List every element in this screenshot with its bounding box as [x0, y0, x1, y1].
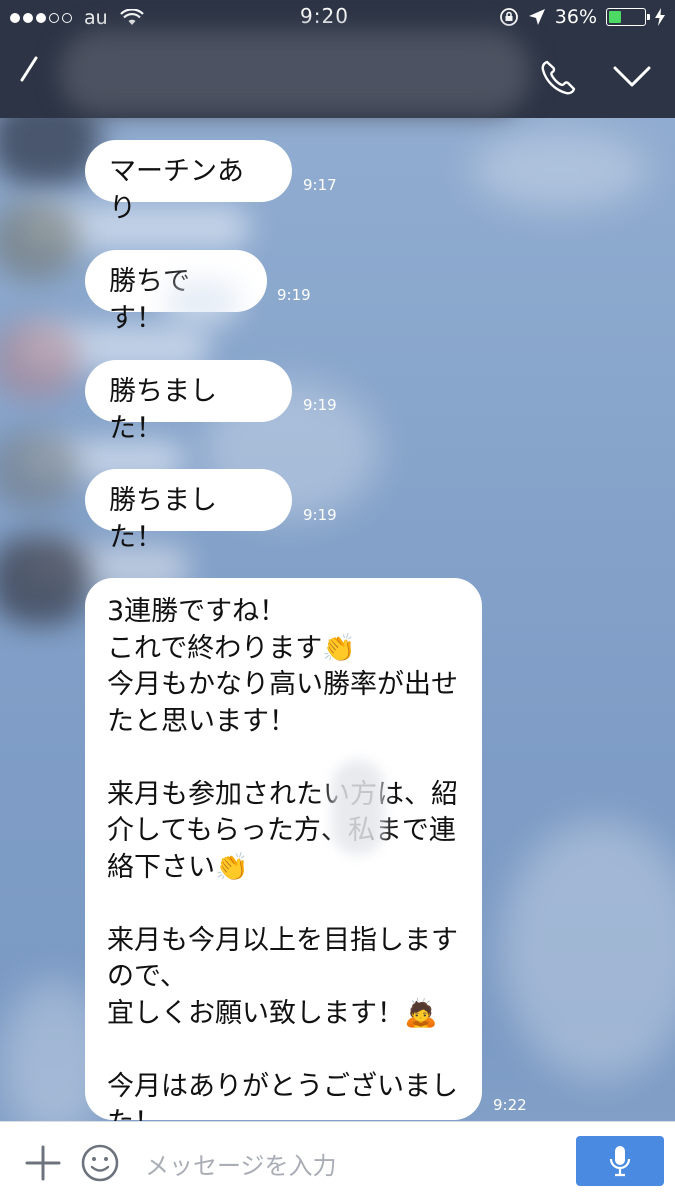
blurred-overlay: [165, 280, 240, 325]
blurred-overlay: [332, 760, 384, 855]
blurred-avatar: [0, 200, 80, 280]
chat-header: au 9:20 36%: [0, 0, 675, 118]
background-cloud: [470, 130, 650, 210]
emoji-icon[interactable]: [80, 1143, 120, 1183]
battery-level-fill: [609, 11, 621, 23]
battery-icon: [606, 8, 650, 26]
status-time: 9:20: [300, 4, 349, 28]
blurred-avatar: [0, 320, 80, 400]
message-text: 勝ちました！: [109, 485, 217, 553]
message-time: 9:17: [303, 176, 337, 194]
blurred-avatar: [0, 535, 90, 625]
background-cloud: [500, 820, 675, 1080]
message-input[interactable]: メッセージを入力: [145, 1146, 337, 1181]
message-bubble[interactable]: 3連勝ですね！ これで終わります👏 今月もかなり高い勝率が出せたと思います！ 来…: [85, 578, 482, 1138]
blurred-chat-title: [60, 30, 530, 115]
message-input-bar: メッセージを入力: [0, 1121, 675, 1201]
message-time: 9:19: [303, 396, 337, 414]
voice-input-button[interactable]: [576, 1136, 664, 1186]
message-bubble[interactable]: 勝ちました！: [85, 469, 292, 553]
rotation-lock-icon: [499, 8, 518, 26]
back-icon[interactable]: [18, 56, 42, 86]
message-time: 9:19: [277, 286, 311, 304]
microphone-icon: [609, 1146, 631, 1177]
signal-strength-icon: [10, 13, 72, 23]
message-bubble[interactable]: 勝ちました！: [85, 360, 292, 444]
battery-percent: 36%: [554, 6, 597, 28]
wifi-icon: [119, 9, 144, 25]
message-text: 3連勝ですね！ これで終わります👏 今月もかなり高い勝率が出せたと思います！ 来…: [107, 596, 458, 1138]
blurred-avatar: [0, 430, 80, 510]
carrier-label: au: [84, 7, 108, 29]
charging-bolt-icon: [655, 8, 665, 26]
message-text: 勝ちました！: [109, 376, 217, 444]
message-bubble[interactable]: マーチンあり: [85, 140, 292, 224]
chevron-down-icon[interactable]: [612, 64, 652, 90]
phone-icon[interactable]: [538, 58, 578, 98]
message-time: 9:22: [493, 1096, 527, 1114]
add-icon[interactable]: [24, 1144, 62, 1182]
message-time: 9:19: [303, 506, 337, 524]
location-arrow-icon: [528, 9, 545, 25]
